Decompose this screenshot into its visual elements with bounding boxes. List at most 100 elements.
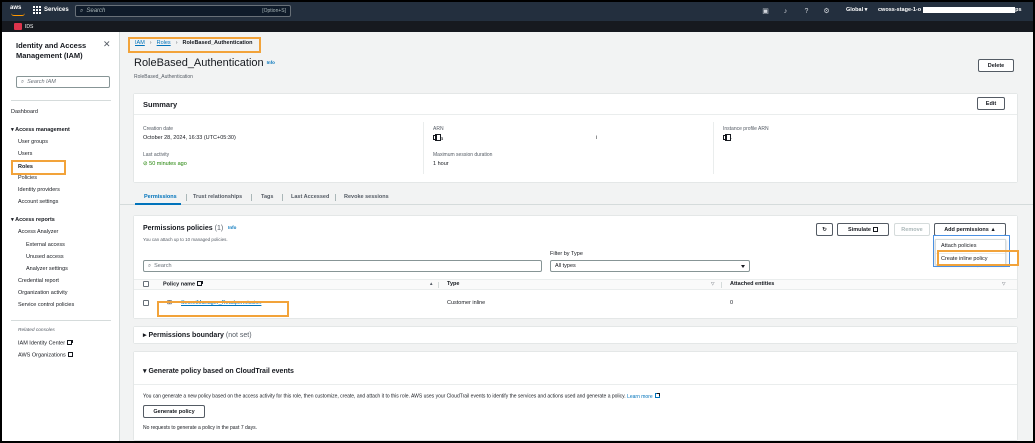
copy-icon[interactable]: [433, 134, 441, 141]
generate-heading-text: Generate policy based on CloudTrail even…: [148, 368, 294, 375]
column-attached-entities[interactable]: Attached entities: [730, 281, 774, 287]
edit-button[interactable]: Edit: [977, 97, 1005, 110]
expand-row-icon[interactable]: ⊞: [167, 299, 172, 306]
sidebar-item-policies[interactable]: Policies: [18, 175, 37, 181]
sidebar-item-analyzer-settings[interactable]: Analyzer settings: [26, 266, 68, 272]
sidebar-item-unused-access[interactable]: Unused access: [26, 254, 64, 260]
remove-button[interactable]: Remove: [894, 223, 930, 236]
filter-type-select[interactable]: All types: [550, 260, 750, 272]
filter-type-value: All types: [555, 263, 576, 269]
browser-frame: aws Services ⌕ Search [Option+S] ▣ ♪ ? ⚙…: [0, 0, 1035, 443]
close-icon[interactable]: ✕: [103, 39, 111, 50]
info-link[interactable]: Info: [228, 225, 236, 230]
account-suffix: ps: [1015, 7, 1022, 13]
sidebar-item-roles[interactable]: Roles: [18, 164, 33, 170]
delete-button[interactable]: Delete: [978, 59, 1014, 72]
sidebar-item-aws-organizations[interactable]: AWS Organizations: [18, 351, 74, 359]
sidebar-item-external-access[interactable]: External access: [26, 242, 65, 248]
refresh-button[interactable]: ↻: [816, 223, 833, 236]
permissions-boundary-panel[interactable]: ▸ Permissions boundary (not set): [134, 327, 1017, 343]
gear-icon[interactable]: ⚙: [822, 7, 831, 16]
tab-tags[interactable]: Tags: [261, 194, 273, 200]
sidebar-item-identity-providers[interactable]: Identity providers: [18, 187, 60, 193]
caret-down-icon: [741, 264, 745, 268]
permissions-policies-panel: Permissions policies (1) Info You can at…: [134, 216, 1017, 318]
policy-search-input[interactable]: ⌕ Search: [143, 260, 542, 272]
breadcrumb-roles[interactable]: Roles: [157, 40, 171, 46]
last-activity-text: 50 minutes ago: [149, 161, 187, 167]
sort-icon[interactable]: ▽: [1002, 281, 1005, 287]
summary-panel: Summary Edit Creation date October 28, 2…: [134, 94, 1017, 182]
column-policy-name[interactable]: Policy name: [163, 280, 203, 288]
sidebar-section-access-management[interactable]: ▾ Access management: [11, 127, 70, 133]
cloudshell-icon[interactable]: ▣: [761, 7, 770, 16]
generate-heading[interactable]: ▾ Generate policy based on CloudTrail ev…: [143, 367, 294, 375]
policy-entities: 0: [730, 300, 734, 306]
sidebar-item-users[interactable]: Users: [18, 151, 32, 157]
add-permissions-button[interactable]: Add permissions ▲: [934, 223, 1006, 236]
breadcrumb: IAM › Roles › RoleBased_Authentication: [135, 40, 253, 46]
creation-date-label: Creation date: [143, 126, 174, 132]
generate-status: No requests to generate a policy in the …: [143, 425, 257, 431]
sidebar-item-service-control-policies[interactable]: Service control policies: [18, 302, 74, 308]
permissions-heading: Permissions policies (1) Info: [143, 225, 236, 232]
divider: [713, 122, 714, 174]
tab-revoke-sessions[interactable]: Revoke sessions: [344, 194, 389, 200]
tab-separator: [282, 194, 283, 201]
learn-more-link[interactable]: Learn more: [627, 392, 661, 400]
sidebar-item-credential-report[interactable]: Credential report: [18, 278, 59, 284]
menu-item-attach-policies[interactable]: Attach policies: [941, 243, 976, 249]
max-session-label: Maximum session duration: [433, 152, 493, 158]
favorites-label[interactable]: IDS: [25, 24, 33, 30]
page-subtitle: RoleBased_Authentication: [134, 74, 193, 80]
sidebar-item-iam-identity-center[interactable]: IAM Identity Center: [18, 339, 73, 347]
sidebar-item-dashboard[interactable]: Dashboard: [11, 109, 38, 115]
tab-last-accessed[interactable]: Last Accessed: [291, 194, 329, 200]
sidebar-search-input[interactable]: ⌕ Search IAM: [16, 76, 110, 88]
account-menu[interactable]: cwoss-stage-1-o ps: [878, 7, 1022, 13]
info-link[interactable]: Info: [267, 60, 275, 65]
external-link-icon: [67, 351, 74, 357]
tab-permissions[interactable]: Permissions: [144, 194, 177, 200]
external-link-icon: [872, 226, 879, 232]
related-consoles-label: Related consoles: [18, 328, 55, 333]
refresh-icon: ↻: [822, 226, 827, 233]
sidebar: Identity and Access Management (IAM) ✕ ⌕…: [2, 32, 120, 441]
menu-item-create-inline-policy[interactable]: Create inline policy: [941, 256, 987, 262]
sidebar-item-user-groups[interactable]: User groups: [18, 139, 48, 145]
generate-policy-button[interactable]: Generate policy: [143, 405, 205, 418]
learn-more-text: Learn more: [627, 393, 653, 400]
iam-service-icon: [14, 23, 22, 30]
sort-icon[interactable]: ▽: [711, 281, 714, 287]
simulate-button[interactable]: Simulate: [837, 223, 889, 236]
section-label: Access reports: [15, 217, 55, 223]
tab-trust-relationships[interactable]: Trust relationships: [193, 194, 242, 200]
region-selector[interactable]: Global ▾: [846, 7, 867, 13]
aws-logo[interactable]: aws: [10, 5, 28, 17]
sidebar-item-access-analyzer[interactable]: Access Analyzer: [18, 229, 58, 235]
global-search-placeholder: Search: [86, 8, 106, 14]
search-shortcut: [Option+S]: [262, 8, 286, 14]
tab-separator: [335, 194, 336, 201]
row-checkbox[interactable]: [143, 300, 149, 306]
select-all-checkbox[interactable]: [143, 281, 149, 287]
policy-type: Customer inline: [447, 300, 486, 306]
policy-name-link[interactable]: SecretManager_Readpermission: [181, 300, 261, 306]
sidebar-item-organization-activity[interactable]: Organization activity: [18, 290, 68, 296]
service-favorites-bar: IDS: [2, 21, 1033, 32]
services-menu[interactable]: Services: [33, 6, 69, 14]
sort-asc-icon[interactable]: ▲: [429, 281, 433, 286]
arn-label: ARN: [433, 126, 444, 132]
copy-icon[interactable]: [723, 134, 731, 141]
creation-date-value: October 28, 2024, 16:33 (UTC+05:30): [143, 135, 236, 141]
sidebar-item-account-settings[interactable]: Account settings: [18, 199, 58, 205]
bell-icon[interactable]: ♪: [781, 7, 790, 16]
breadcrumb-iam[interactable]: IAM: [135, 40, 145, 46]
help-icon[interactable]: ?: [802, 7, 811, 16]
column-type[interactable]: Type: [447, 281, 459, 287]
search-icon: ⌕: [21, 78, 25, 85]
simulate-label: Simulate: [848, 226, 871, 233]
sidebar-section-access-reports[interactable]: ▾ Access reports: [11, 217, 55, 223]
services-label: Services: [44, 7, 69, 13]
global-search-input[interactable]: ⌕ Search [Option+S]: [75, 5, 291, 17]
